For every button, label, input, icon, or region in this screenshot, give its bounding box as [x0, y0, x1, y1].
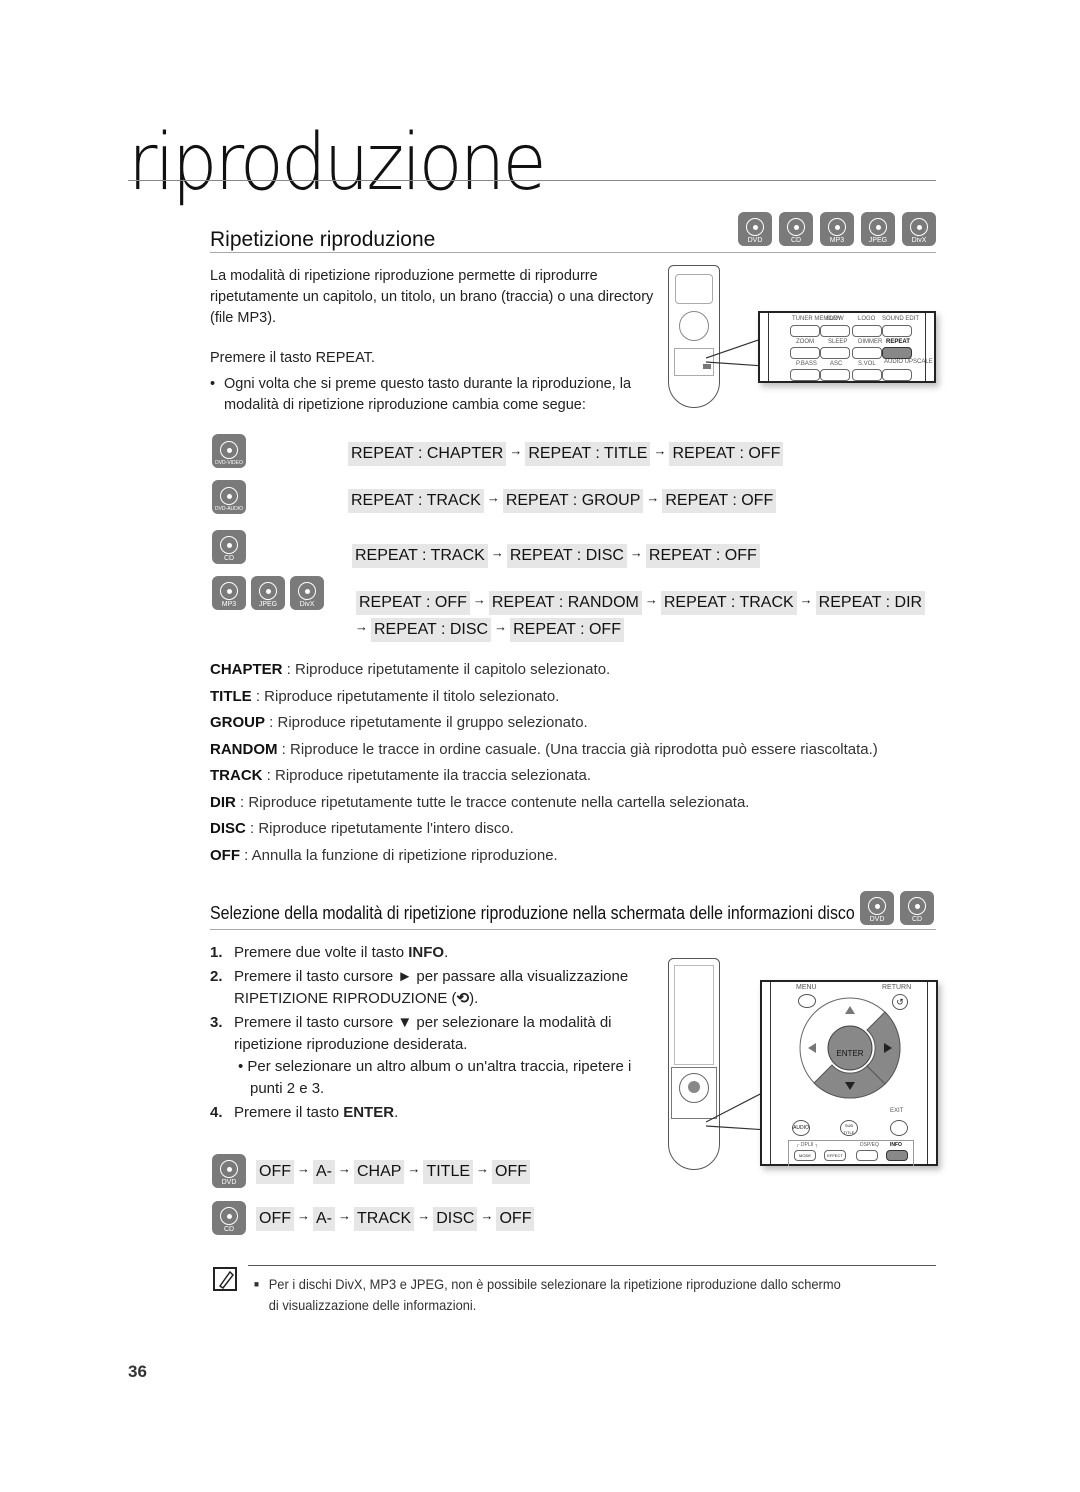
remote-zoom-panel: TUNER MEMORY SLOW LOGO SOUND EDIT ZOOM S… [758, 311, 936, 383]
definitions-list: CHAPTER : Riproduce ripetutamente il cap… [210, 657, 940, 869]
chapter-title: riproduzione [128, 118, 547, 208]
enter-label: ENTER [836, 1049, 863, 1058]
definition-item: CHAPTER : Riproduce ripetutamente il cap… [210, 661, 611, 678]
audio-upscale-button [882, 369, 912, 381]
mp3-disc-icon: MP3 [212, 576, 246, 610]
sd-hd-button [790, 325, 820, 337]
intro-text: La modalità di ripetizione riproduzione … [210, 268, 654, 326]
cd-disc-icon: CD [212, 530, 246, 564]
sequence-dvd-audio: REPEAT : TRACK → REPEAT : GROUP → REPEAT :… [348, 489, 777, 513]
sequence-cd: REPEAT : TRACK → REPEAT : DISC → REPEAT : … [352, 544, 760, 568]
dvd-disc-icon: DVD [860, 891, 894, 925]
note-icon [213, 1267, 237, 1291]
jpeg-disc-icon: JPEG [251, 576, 285, 610]
chapter-rule [128, 180, 936, 181]
dvd-disc-icon: DVD [212, 1154, 246, 1188]
zoom-button [790, 347, 820, 359]
sequence-mp3-jpeg-divx-line2: → REPEAT : DISC → REPEAT : OFF [352, 618, 624, 642]
cd-disc-icon: CD [212, 1201, 246, 1235]
sub-bullet: • Per selezionare un altro album o un'al… [238, 1058, 632, 1097]
info-sequence-cd: OFF → A- → TRACK → DISC → OFF [256, 1207, 535, 1231]
dvd-video-disc-icon: DVD-VIDEO [212, 434, 246, 468]
section2-rule [210, 929, 936, 930]
sleep-button [820, 347, 850, 359]
section-title: Ripetizione riproduzione [210, 228, 436, 251]
dpad: ENTER [799, 997, 901, 1099]
asc-button [820, 369, 850, 381]
cd-disc-icon: CD [900, 891, 934, 925]
remote-zoom-panel-2: MENU RETURN ↺ ENTER EXIT AUDIO SUB TITLE… [760, 980, 938, 1166]
callout-lines [706, 337, 765, 367]
sequence-mp3-jpeg-divx-line1: REPEAT : OFF → REPEAT : RANDOM → REPEAT : … [356, 591, 926, 615]
mo-st-button [820, 325, 850, 337]
section-rule [210, 252, 936, 253]
definition-item: TRACK : Riproduce ripetutamente ila trac… [210, 767, 592, 784]
sequence-icon-dvd-video: DVD-VIDEO [212, 434, 246, 468]
bullet-text: • Ogni volta che si preme questo tasto du… [210, 376, 632, 413]
dimmer-button [852, 347, 882, 359]
definition-item: OFF : Annulla la funzione di ripetizione… [210, 846, 558, 864]
sequence-icon-cd: CD [212, 530, 246, 564]
mode-button: MODE [794, 1150, 816, 1161]
note-text-block: ■ Per i dischi DivX, MP3 e JPEG, non è p… [254, 1276, 841, 1313]
sequence-icons-mp3-jpeg-divx: MP3 JPEG DivX [212, 576, 324, 610]
cd-disc-icon: CD [779, 212, 813, 246]
effect-button: EFFECT [824, 1150, 846, 1161]
divx-disc-icon: DivX [902, 212, 936, 246]
steps-list: 1. Premere due volte il tasto INFO. 2. Pre… [210, 942, 650, 1124]
dspeq-button [856, 1150, 878, 1161]
disc-icons: DVD CD MP3 JPEG DivX [738, 212, 936, 246]
info-sequence-icon-dvd: DVD [212, 1154, 246, 1188]
page-number: 36 [128, 1362, 147, 1381]
repeat-symbol-icon: ⟲ [456, 990, 470, 1007]
info-sequence-dvd: OFF → A- → CHAP → TITLE → OFF [256, 1160, 531, 1184]
jpeg-disc-icon: JPEG [861, 212, 895, 246]
step-3: 3. Premere il tasto cursore ▼ per selezio… [210, 1014, 612, 1053]
audio-button: AUDIO [792, 1120, 810, 1136]
exit-button [890, 1120, 908, 1136]
svol-button [852, 369, 882, 381]
note-rule [248, 1265, 936, 1266]
step-1: 1. Premere due volte il tasto INFO. [210, 944, 449, 961]
section2-title: Selezione della modalità di ripetizione … [210, 902, 855, 923]
note-bullet-icon: ■ [254, 1279, 260, 1289]
press-repeat-instruction: Premere il tasto REPEAT. [210, 350, 375, 366]
info-sequence-icon-cd: CD [212, 1201, 246, 1235]
section2-disc-icons: DVD CD [860, 891, 934, 925]
repeat-key-label: REPEAT [315, 350, 371, 366]
definition-item: DISC : Riproduce ripetutamente l'intero … [210, 820, 514, 837]
repeat-button-highlighted [882, 347, 912, 359]
sequence-icon-dvd-audio: DVD-AUDIO [212, 480, 246, 514]
divx-disc-icon: DivX [290, 576, 324, 610]
step-2: 2. Premere il tasto cursore ► per passare… [210, 968, 629, 1007]
mp3-disc-icon: MP3 [820, 212, 854, 246]
sound-edit-button [882, 325, 912, 337]
step-4: 4. Premere il tasto ENTER. [210, 1104, 399, 1121]
definition-item: RANDOM : Riproduce le tracce in ordine c… [210, 740, 878, 758]
subtitle-button: SUB TITLE [840, 1120, 858, 1136]
definition-item: GROUP : Riproduce ripetutamente il grupp… [210, 714, 588, 731]
definition-item: DIR : Riproduce ripetutamente tutte le t… [210, 793, 750, 811]
sequence-dvd-video: REPEAT : CHAPTER → REPEAT : TITLE → REPEAT… [348, 442, 784, 466]
dvd-audio-disc-icon: DVD-AUDIO [212, 480, 246, 514]
logo-button [852, 325, 882, 337]
dvd-disc-icon: DVD [738, 212, 772, 246]
info-button-highlighted [886, 1150, 908, 1161]
definition-item: TITLE : Riproduce ripetutamente il titol… [210, 687, 560, 705]
pbass-button [790, 369, 820, 381]
